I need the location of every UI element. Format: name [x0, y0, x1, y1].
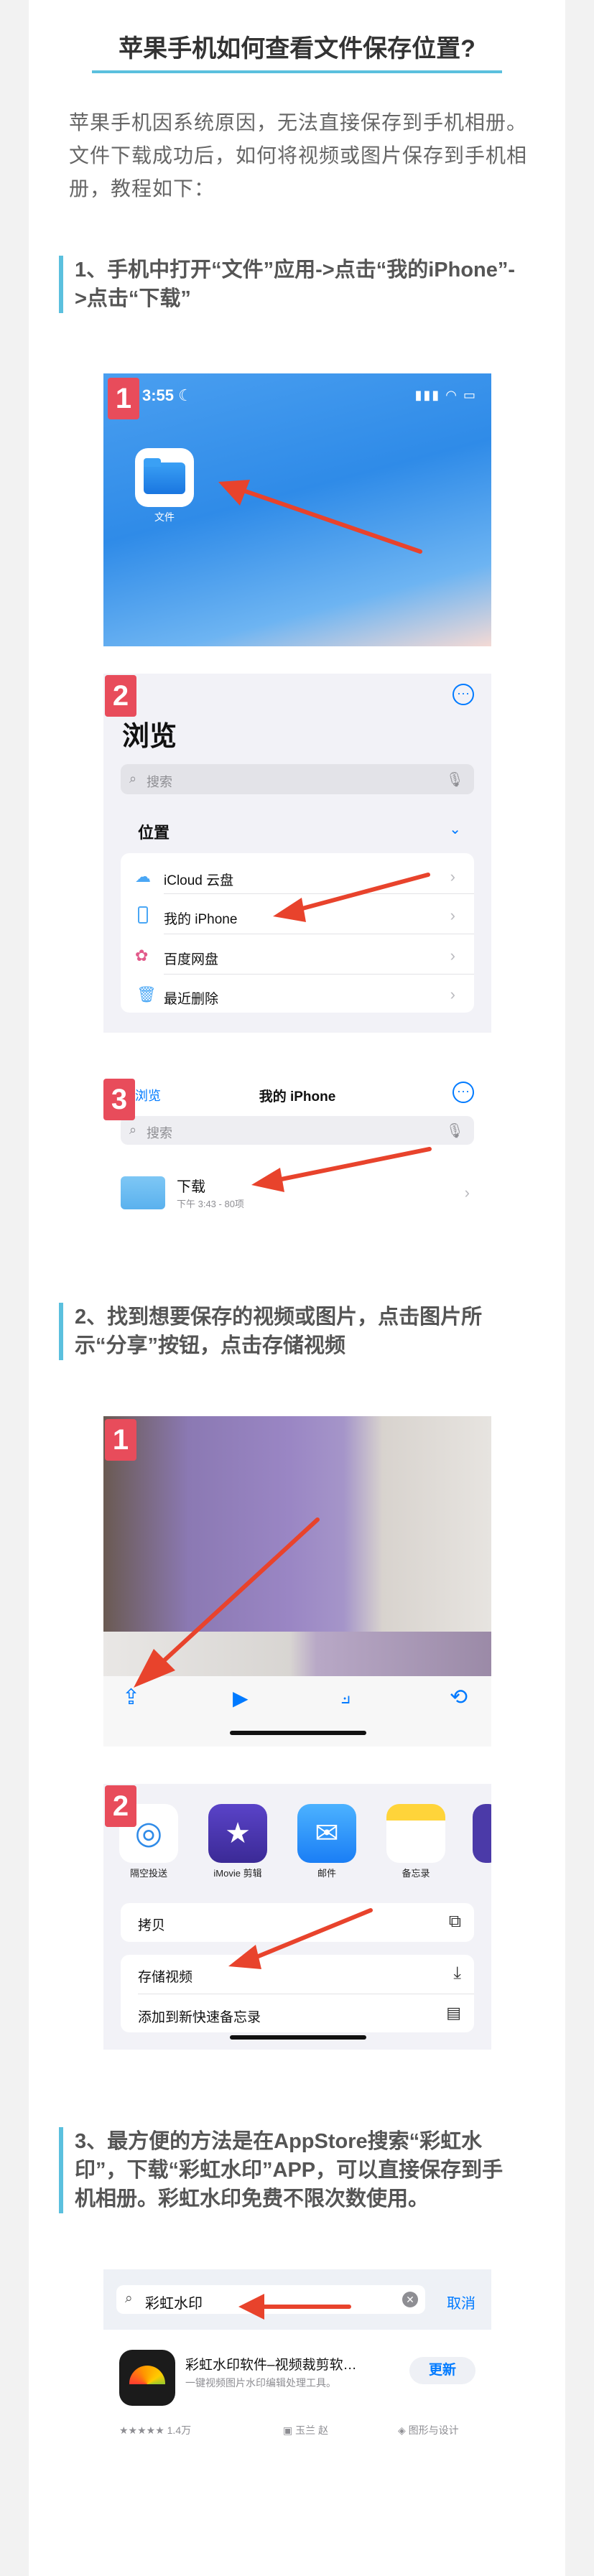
- folder-icon: [144, 462, 185, 494]
- search-icon: ⌕: [129, 1122, 137, 1137]
- trash-icon: 🗑︎: [136, 985, 157, 1003]
- search-text: 彩虹水印: [145, 2296, 203, 2312]
- step-1-heading: 1、手机中打开“文件”应用->点击“我的iPhone”->点击“下载”: [59, 256, 519, 313]
- edit-icon[interactable]: ⟓: [340, 1685, 351, 1709]
- step-3-heading: 3、最方便的方法是在AppStore搜索“彩虹水印”，下载“彩虹水印”APP，可…: [59, 2127, 519, 2213]
- share-app-label: 邮件: [317, 1868, 336, 1879]
- home-indicator: [230, 2035, 366, 2040]
- time-text: 3:55: [142, 386, 175, 404]
- copy-icon: ⧉: [448, 1912, 461, 1931]
- rotate-icon[interactable]: ⟲: [450, 1685, 468, 1710]
- notes-icon: [386, 1804, 445, 1863]
- search-placeholder: 搜索: [147, 775, 172, 789]
- step-2-heading: 2、找到想要保存的视频或图片，点击图片所示“分享”按钮，点击存储视频: [59, 1303, 519, 1360]
- intro-text: 苹果手机因系统原因，无法直接保存到手机相册。文件下载成功后，如何将视频或图片保存…: [69, 111, 528, 200]
- baidu-icon: ✿: [135, 947, 149, 964]
- search-input[interactable]: ⌕ 搜索 🎙︎: [121, 764, 474, 794]
- download-icon: ⤓: [453, 1963, 461, 1983]
- chevron-right-icon: ›: [464, 1184, 470, 1201]
- more-apps-icon[interactable]: [473, 1804, 491, 1863]
- location-label: 最近删除: [164, 992, 219, 1007]
- chevron-right-icon: ›: [450, 985, 455, 1003]
- action-label: 存储视频: [138, 1970, 193, 1985]
- rainbow-icon: [129, 2366, 165, 2384]
- chevron-right-icon: ›: [450, 906, 455, 924]
- arrow-to-share: [134, 1517, 320, 1688]
- browse-title: 浏览: [122, 722, 177, 752]
- arrow-to-save-video: [228, 1908, 373, 1969]
- arrow-to-search: [238, 2294, 351, 2320]
- app-category: ◈ 图形与设计: [398, 2424, 459, 2436]
- download-folder-icon: [121, 1176, 165, 1209]
- step-badge: 2: [105, 675, 136, 717]
- location-label: 我的 iPhone: [164, 912, 238, 927]
- arrow-to-downloads: [251, 1147, 432, 1192]
- search-placeholder: 搜索: [147, 1126, 172, 1140]
- title-underline: [92, 70, 502, 73]
- location-label: 百度网盘: [164, 952, 219, 967]
- app-developer: ▣ 玉兰 赵: [283, 2424, 329, 2436]
- search-icon: ⌕: [125, 2291, 133, 2306]
- files-app-icon[interactable]: [135, 448, 194, 507]
- browse-screenshot: 2 ··· 浏览 ⌕ 搜索 🎙︎ 位置 ⌄ ☁ iCloud 云盘 › 我的 i…: [103, 674, 491, 1033]
- action-label: 添加到新快速备忘录: [138, 2010, 261, 2025]
- app-name[interactable]: 彩虹水印软件–视频裁剪软…: [185, 2354, 357, 2373]
- quick-note-icon: ▤: [446, 2004, 461, 2022]
- arrow-to-files: [218, 480, 422, 554]
- home-indicator: [230, 1731, 366, 1735]
- category-name: 图形与设计: [408, 2424, 459, 2436]
- cancel-button[interactable]: 取消: [447, 2292, 475, 2312]
- row-divider: [164, 974, 474, 975]
- clear-icon[interactable]: ✕: [402, 2292, 418, 2307]
- step-badge: 1: [105, 1419, 136, 1461]
- mic-icon[interactable]: 🎙︎: [446, 771, 464, 789]
- location-label: iCloud 云盘: [164, 873, 234, 888]
- phone-icon: [138, 906, 148, 924]
- mic-icon[interactable]: 🎙︎: [446, 1122, 464, 1140]
- rainbow-app-icon[interactable]: [119, 2350, 175, 2406]
- update-button[interactable]: 更新: [409, 2357, 475, 2384]
- step-badge: 1: [108, 378, 139, 419]
- more-icon[interactable]: ···: [453, 1082, 474, 1103]
- search-icon: ⌕: [129, 771, 137, 786]
- chevron-right-icon: ›: [450, 868, 455, 885]
- folder-meta: 下午 3:43 - 80项: [177, 1199, 244, 1209]
- share-app-label: iMovie 剪辑: [213, 1868, 262, 1879]
- imovie-icon: ★: [208, 1804, 267, 1863]
- folder-tab-icon: [144, 458, 161, 467]
- step-badge: 3: [103, 1079, 135, 1120]
- page-title: 苹果手机如何查看文件保存位置?: [119, 35, 475, 62]
- chevron-right-icon: ›: [450, 947, 455, 964]
- mail-icon: ✉: [297, 1804, 356, 1863]
- developer-name: 玉兰 赵: [295, 2424, 329, 2436]
- share-app-label: 备忘录: [402, 1868, 430, 1879]
- chevron-down-icon[interactable]: ⌄: [449, 820, 461, 838]
- share-app-label: 隔空投送: [129, 1868, 167, 1879]
- status-icons: ▮▮▮ ◠ ▭: [414, 388, 477, 402]
- cloud-icon: ☁: [135, 868, 151, 885]
- action-label: 拷贝: [138, 1918, 166, 1933]
- more-icon[interactable]: ···: [453, 684, 474, 705]
- step-badge: 2: [105, 1785, 136, 1827]
- section-locations: 位置: [138, 824, 170, 842]
- nav-title: 我的 iPhone: [259, 1089, 336, 1105]
- files-app-label: 文件: [154, 511, 175, 523]
- status-time: 3:55 ☾: [142, 386, 192, 404]
- folder-name: 下载: [177, 1179, 205, 1195]
- app-subtitle: 一键视频图片水印编辑处理工具。: [185, 2377, 336, 2389]
- app-rating: ★★★★★ 1.4万: [119, 2424, 192, 2436]
- arrow-to-my-iphone: [273, 873, 430, 922]
